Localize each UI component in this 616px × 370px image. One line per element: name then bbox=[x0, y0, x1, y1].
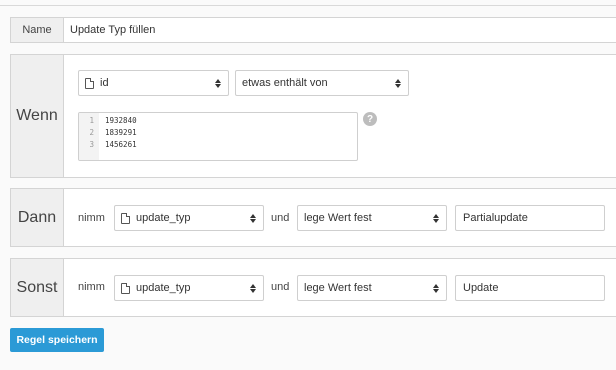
name-label: Name bbox=[11, 18, 64, 42]
then-action-value: lege Wert fest bbox=[304, 212, 372, 224]
name-value: Update Typ füllen bbox=[70, 24, 156, 36]
name-row: Name Update Typ füllen bbox=[10, 17, 616, 43]
then-und-text: und bbox=[271, 212, 290, 224]
then-field-select[interactable]: update_typ bbox=[114, 205, 264, 231]
line-text: 1456261 bbox=[105, 140, 137, 149]
select-arrows-icon bbox=[247, 213, 259, 223]
then-field-value: update_typ bbox=[136, 212, 191, 224]
condition-values-editor[interactable]: 1 1932840 2 1839291 3 1456261 bbox=[78, 112, 358, 161]
condition-label: Wenn bbox=[11, 55, 64, 177]
condition-operator-select[interactable]: etwas enthält von bbox=[235, 70, 409, 96]
file-icon bbox=[121, 282, 130, 294]
condition-field-value: id bbox=[100, 77, 109, 89]
select-arrows-icon bbox=[212, 78, 224, 88]
line-number: 1 bbox=[89, 116, 94, 125]
condition-operator-value: etwas enthält von bbox=[242, 77, 328, 89]
line-number: 3 bbox=[89, 140, 94, 149]
select-arrows-icon bbox=[392, 78, 404, 88]
file-icon bbox=[85, 77, 94, 89]
select-arrows-icon bbox=[430, 213, 442, 223]
select-arrows-icon bbox=[247, 283, 259, 293]
else-nimm-text: nimm bbox=[78, 281, 105, 293]
else-label: Sonst bbox=[11, 259, 64, 316]
name-field[interactable]: Update Typ füllen bbox=[64, 18, 616, 42]
else-value-input[interactable]: Update bbox=[455, 275, 605, 301]
then-value-input[interactable]: Partialupdate bbox=[455, 205, 605, 231]
then-nimm-text: nimm bbox=[78, 212, 105, 224]
else-field-value: update_typ bbox=[136, 282, 191, 294]
line-number: 2 bbox=[89, 128, 94, 137]
help-icon[interactable]: ? bbox=[363, 112, 377, 126]
file-icon bbox=[121, 212, 130, 224]
line-text: 1932840 bbox=[105, 116, 137, 125]
else-und-text: und bbox=[271, 281, 290, 293]
else-action-select[interactable]: lege Wert fest bbox=[297, 275, 447, 301]
select-arrows-icon bbox=[430, 283, 442, 293]
then-action-select[interactable]: lege Wert fest bbox=[297, 205, 447, 231]
condition-field-select[interactable]: id bbox=[78, 70, 229, 96]
then-label: Dann bbox=[11, 189, 64, 246]
line-text: 1839291 bbox=[105, 128, 137, 137]
else-action-value: lege Wert fest bbox=[304, 282, 372, 294]
else-field-select[interactable]: update_typ bbox=[114, 275, 264, 301]
save-rule-button[interactable]: Regel speichern bbox=[10, 328, 104, 352]
top-divider bbox=[0, 5, 616, 6]
